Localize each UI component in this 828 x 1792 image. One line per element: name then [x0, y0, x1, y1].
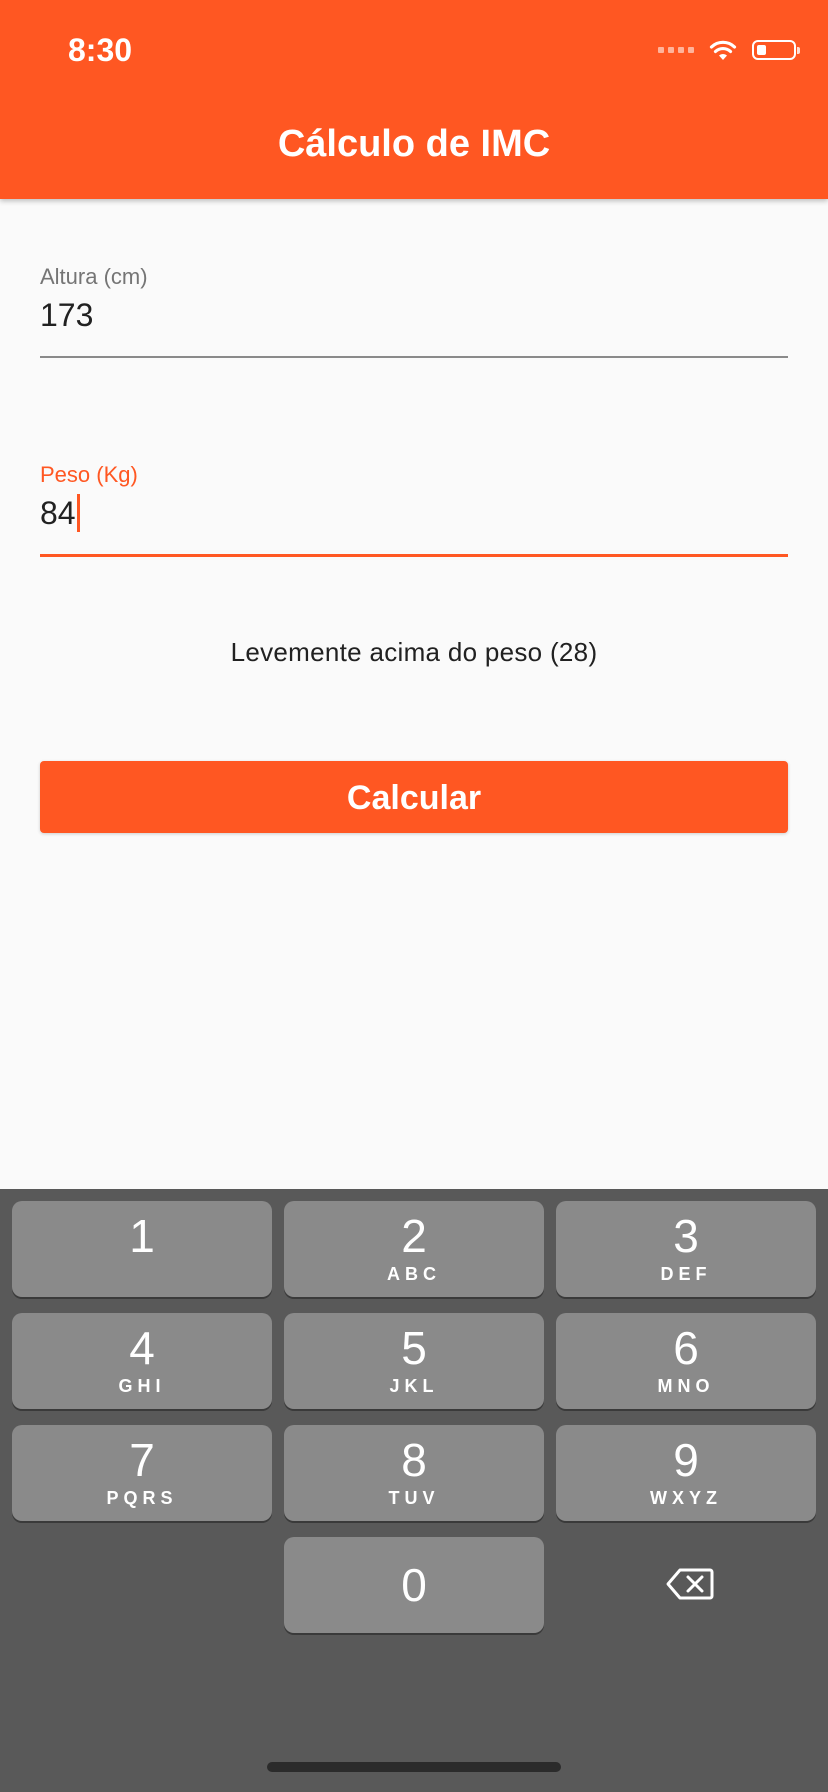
- key-letters: MNO: [657, 1376, 715, 1396]
- key-letters: WXYZ: [650, 1488, 722, 1508]
- peso-field[interactable]: Peso (Kg) 84: [40, 462, 788, 558]
- key-digit: 6: [673, 1322, 699, 1374]
- key-7[interactable]: 7 PQRS: [12, 1425, 272, 1521]
- backspace-icon: [666, 1568, 714, 1600]
- page-title: Cálculo de IMC: [277, 123, 551, 165]
- home-indicator[interactable]: [267, 1762, 561, 1772]
- key-digit: 4: [129, 1322, 155, 1374]
- key-4[interactable]: 4 GHI: [12, 1313, 272, 1409]
- status-time: 8:30: [68, 32, 133, 68]
- app-bar: 8:30 Cálculo de IMC: [0, 0, 828, 199]
- key-2[interactable]: 2 ABC: [284, 1201, 544, 1297]
- key-letters: PQRS: [106, 1488, 178, 1508]
- key-0[interactable]: 0: [284, 1537, 544, 1633]
- backspace-key[interactable]: [640, 1564, 740, 1604]
- key-3[interactable]: 3 DEF: [556, 1201, 816, 1297]
- key-digit: 0: [401, 1559, 427, 1611]
- key-digit: 2: [401, 1210, 427, 1262]
- key-6[interactable]: 6 MNO: [556, 1313, 816, 1409]
- text-cursor: [76, 494, 80, 532]
- result-text: Levemente acima do peso (28): [230, 637, 598, 667]
- key-letters: JKL: [389, 1376, 439, 1396]
- altura-value[interactable]: 173: [40, 294, 93, 336]
- key-digit: 3: [673, 1210, 699, 1262]
- key-8[interactable]: 8 TUV: [284, 1425, 544, 1521]
- status-icons: [658, 36, 800, 64]
- calculate-button[interactable]: Calcular: [40, 761, 788, 833]
- altura-field[interactable]: Altura (cm) 173: [40, 264, 788, 358]
- peso-label: Peso (Kg): [40, 462, 138, 487]
- signal-icon: [658, 47, 694, 53]
- key-letters: GHI: [118, 1376, 166, 1396]
- key-letters: ABC: [387, 1264, 441, 1284]
- key-1[interactable]: 1: [12, 1201, 272, 1297]
- wifi-icon: [709, 40, 737, 60]
- key-digit: 5: [401, 1322, 427, 1374]
- key-digit: 1: [129, 1210, 155, 1262]
- key-5[interactable]: 5 JKL: [284, 1313, 544, 1409]
- key-digit: 8: [401, 1434, 427, 1486]
- altura-underline: [40, 356, 788, 358]
- peso-underline: [40, 554, 788, 557]
- key-letters: TUV: [388, 1488, 440, 1508]
- key-9[interactable]: 9 WXYZ: [556, 1425, 816, 1521]
- key-letters: DEF: [660, 1264, 712, 1284]
- peso-value[interactable]: 84: [40, 492, 76, 534]
- key-digit: 9: [673, 1434, 699, 1486]
- altura-label: Altura (cm): [40, 264, 148, 289]
- key-digit: 7: [129, 1434, 155, 1486]
- battery-icon: [752, 40, 800, 60]
